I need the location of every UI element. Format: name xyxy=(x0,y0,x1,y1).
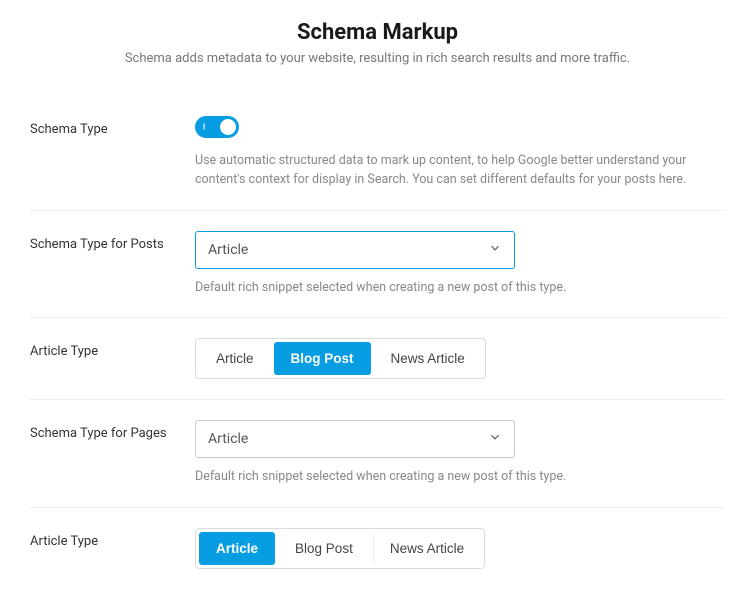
article-type-pages-blog-post[interactable]: Blog Post xyxy=(278,532,370,565)
label-article-type-posts: Article Type xyxy=(30,338,195,359)
article-type-posts-blog-post[interactable]: Blog Post xyxy=(274,342,371,375)
schema-pages-value: Article xyxy=(208,431,248,447)
schema-type-toggle[interactable]: I xyxy=(195,116,239,138)
schema-pages-select[interactable]: Article xyxy=(195,420,515,458)
toggle-on-indicator: I xyxy=(203,123,205,132)
article-type-posts-news-article[interactable]: News Article xyxy=(374,342,482,375)
schema-type-desc: Use automatic structured data to mark up… xyxy=(195,152,725,190)
schema-pages-desc: Default rich snippet selected when creat… xyxy=(195,468,725,487)
page-header: Schema Markup Schema adds metadata to yo… xyxy=(30,20,725,66)
article-type-posts-group: Article Blog Post News Article xyxy=(195,338,486,379)
row-article-type-posts: Article Type Article Blog Post News Arti… xyxy=(30,318,725,400)
label-schema-posts: Schema Type for Posts xyxy=(30,231,195,252)
row-schema-posts: Schema Type for Posts Article Default ri… xyxy=(30,211,725,319)
chevron-down-icon xyxy=(488,241,502,259)
schema-posts-select[interactable]: Article xyxy=(195,231,515,269)
label-schema-pages: Schema Type for Pages xyxy=(30,420,195,441)
article-type-pages-group: Article Blog Post News Article xyxy=(195,528,485,569)
article-type-pages-article[interactable]: Article xyxy=(199,532,275,565)
schema-posts-desc: Default rich snippet selected when creat… xyxy=(195,279,725,298)
chevron-down-icon xyxy=(488,430,502,448)
label-schema-type: Schema Type xyxy=(30,116,195,137)
page-title: Schema Markup xyxy=(30,20,725,45)
toggle-knob xyxy=(220,119,236,135)
page-subtitle: Schema adds metadata to your website, re… xyxy=(30,51,725,66)
article-type-pages-news-article[interactable]: News Article xyxy=(373,532,481,565)
row-schema-type: Schema Type I Use automatic structured d… xyxy=(30,96,725,211)
schema-posts-value: Article xyxy=(208,242,248,258)
article-type-posts-article[interactable]: Article xyxy=(199,342,271,375)
row-article-type-pages: Article Type Article Blog Post News Arti… xyxy=(30,508,725,589)
row-schema-pages: Schema Type for Pages Article Default ri… xyxy=(30,400,725,508)
